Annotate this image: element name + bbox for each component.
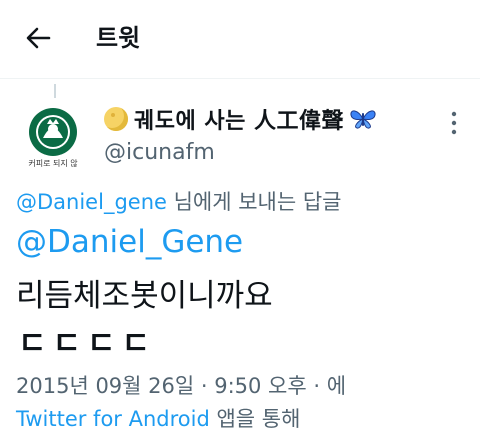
moon-emoji-icon: [104, 107, 128, 131]
tweet-text-line-1: 리듬체조봇이니까요: [16, 278, 273, 314]
more-vertical-icon: [451, 111, 457, 135]
author-handle[interactable]: @icunafm: [104, 140, 215, 165]
starbucks-logo-avatar: 커피로 되지 않: [28, 108, 78, 168]
avatar[interactable]: 커피로 되지 않: [16, 102, 90, 176]
tweet-timestamp[interactable]: 2015년 09월 26일 · 9:50 오후 · 에: [16, 370, 346, 400]
thread-line: [54, 84, 56, 98]
page-title: 트윗: [96, 24, 141, 52]
client-suffix: 앱을 통해: [209, 407, 301, 431]
replying-to-line: @Daniel_gene 님에게 보내는 답글: [16, 186, 342, 216]
tweet-mention-link[interactable]: @Daniel_Gene: [16, 224, 243, 260]
butterfly-emoji-icon: [350, 110, 376, 129]
more-button[interactable]: [444, 108, 464, 138]
author-name-row[interactable]: 궤도에 사는 人工偉聲: [104, 102, 378, 136]
tweet-source-line: Twitter for Android 앱을 통해: [16, 403, 300, 433]
back-button[interactable]: [22, 22, 54, 54]
reply-to-mention-link[interactable]: @Daniel_gene: [16, 190, 167, 214]
arrow-left-icon: [26, 27, 51, 49]
header-divider: [0, 78, 480, 79]
avatar-caption: 커피로 되지 않: [28, 159, 78, 168]
reply-to-suffix: 님에게 보내는 답글: [166, 190, 342, 214]
tweet-text-line-2: ㄷㄷㄷㄷ: [18, 326, 157, 362]
client-link[interactable]: Twitter for Android: [16, 407, 210, 431]
author-display-name[interactable]: 궤도에 사는 人工偉聲: [134, 103, 344, 135]
top-bar: 트윗: [0, 0, 480, 78]
